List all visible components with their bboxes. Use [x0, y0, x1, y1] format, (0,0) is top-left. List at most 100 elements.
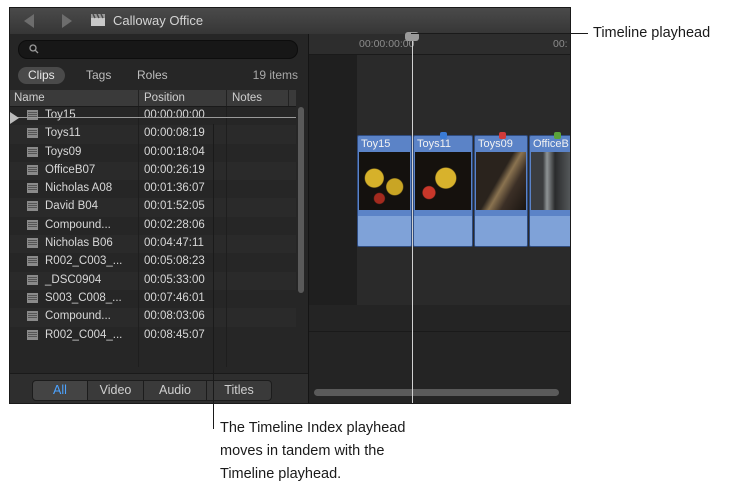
- callout-line: [213, 124, 214, 429]
- audio-waveform: [358, 216, 411, 246]
- tab-roles[interactable]: Roles: [127, 67, 178, 84]
- clip-name: Toys11: [45, 127, 81, 140]
- timeline-index-panel: Clips Tags Roles 19 items Name Position …: [10, 34, 309, 403]
- marker-green-icon[interactable]: [554, 132, 561, 139]
- clip-thumbnail: [359, 152, 410, 210]
- forward-arrow-icon[interactable]: [62, 14, 72, 28]
- timeline-scrollbar[interactable]: [314, 389, 559, 396]
- timeline[interactable]: 00:00:00:00 00: Toy15 Toys11 Toys09 Offi…: [309, 32, 570, 403]
- table-row[interactable]: Toys11 00:00:08:19: [10, 125, 296, 144]
- audio-waveform: [414, 216, 472, 246]
- filter-titles-button[interactable]: Titles: [206, 380, 272, 401]
- clip-icon: [27, 201, 38, 212]
- column-name-header[interactable]: Name: [14, 91, 45, 106]
- clip-position: 00:00:18:04: [144, 145, 205, 158]
- table-row[interactable]: Toys09 00:00:18:04: [10, 143, 296, 162]
- callout-timeline-playhead: Timeline playhead: [593, 25, 711, 41]
- clip-thumbnail: [476, 152, 526, 210]
- clip-label: Toys11: [417, 138, 452, 150]
- clip-label: Toy15: [361, 138, 391, 150]
- clip-position: 00:01:52:05: [144, 200, 205, 213]
- clip-position: 00:08:45:07: [144, 328, 205, 341]
- clip-thumbnail: [415, 152, 471, 210]
- timeline-clip[interactable]: Toys09: [474, 135, 528, 247]
- clip-position: 00:00:08:19: [144, 127, 205, 140]
- index-playhead-triangle-icon[interactable]: [10, 112, 19, 124]
- index-playhead[interactable]: [10, 117, 296, 118]
- clip-icon: [27, 274, 38, 285]
- audio-waveform: [530, 216, 570, 246]
- title-bar: Calloway Office: [10, 8, 570, 35]
- marker-blue-icon[interactable]: [440, 132, 447, 139]
- clip-name: S003_C008_...: [45, 291, 122, 304]
- table-row[interactable]: Compound... 00:02:28:06: [10, 216, 296, 236]
- callout-index-line-3: Timeline playhead.: [220, 466, 342, 482]
- timeline-clip[interactable]: OfficeB: [529, 135, 570, 247]
- clip-name: Toy15: [45, 109, 76, 121]
- clip-position: 00:01:36:07: [144, 182, 205, 195]
- tab-tags[interactable]: Tags: [76, 67, 121, 84]
- clip-name: R002_C003_...: [45, 255, 123, 268]
- table-row[interactable]: OfficeB07 00:00:26:19: [10, 161, 296, 181]
- filter-all-button[interactable]: All: [32, 380, 88, 401]
- clip-label: Toys09: [478, 138, 513, 150]
- clip-icon: [27, 128, 38, 139]
- app-window: Calloway Office Clips Tags Roles 19 item…: [9, 7, 571, 404]
- clip-icon: [27, 164, 38, 175]
- table-row[interactable]: _DSC0904 00:05:33:00: [10, 271, 296, 290]
- clip-icon: [27, 292, 38, 303]
- table-row[interactable]: Nicholas A08 00:01:36:07: [10, 180, 296, 199]
- index-tabs: Clips Tags Roles 19 items: [10, 64, 308, 86]
- timeline-ruler[interactable]: 00:00:00:00 00:: [309, 34, 570, 55]
- clapperboard-icon: [91, 13, 105, 26]
- callout-index-line-2: moves in tandem with the: [220, 443, 385, 459]
- clip-name: R002_C004_...: [45, 328, 123, 341]
- column-header: Name Position Notes: [10, 90, 296, 107]
- index-scrollbar[interactable]: [297, 107, 305, 303]
- clip-name: OfficeB07: [45, 163, 96, 176]
- search-input[interactable]: [18, 40, 298, 59]
- search-icon: [29, 44, 39, 54]
- filter-video-button[interactable]: Video: [87, 380, 144, 401]
- clip-icon: [27, 183, 38, 194]
- clip-name: Compound...: [45, 310, 111, 323]
- timeline-playhead[interactable]: [412, 34, 413, 403]
- clip-name: _DSC0904: [45, 273, 102, 286]
- ruler-timecode: 00:: [553, 38, 568, 50]
- table-row[interactable]: Compound... 00:08:03:06: [10, 308, 296, 327]
- timeline-clip[interactable]: Toy15: [357, 135, 412, 247]
- clip-name: Toys09: [45, 145, 82, 158]
- timeline-lane: [309, 55, 357, 305]
- clip-position: 00:08:03:06: [144, 310, 205, 323]
- timeline-divider: [309, 331, 570, 332]
- clip-name: Nicholas A08: [45, 182, 113, 195]
- table-row[interactable]: David B04 00:01:52:05: [10, 198, 296, 217]
- table-row[interactable]: R002_C004_... 00:08:45:07: [10, 326, 296, 345]
- filter-audio-button[interactable]: Audio: [143, 380, 207, 401]
- column-notes-header[interactable]: Notes: [232, 91, 262, 106]
- table-row[interactable]: Nicholas B06 00:04:47:11: [10, 235, 296, 254]
- scroll-thumb[interactable]: [298, 107, 304, 293]
- clip-icon: [27, 329, 38, 340]
- table-row[interactable]: R002_C003_... 00:05:08:23: [10, 253, 296, 272]
- table-row[interactable]: S003_C008_... 00:07:46:01: [10, 289, 296, 309]
- clip-list: Toy15 00:00:00:00 Toys11 00:00:08:19 Toys0…: [10, 107, 296, 367]
- callout-index-line-1: The Timeline Index playhead: [220, 420, 406, 436]
- column-position-header[interactable]: Position: [144, 91, 185, 106]
- marker-red-icon[interactable]: [499, 132, 506, 139]
- clip-position: 00:04:47:11: [144, 237, 204, 250]
- items-count: 19 items: [252, 68, 298, 82]
- clip-position: 00:00:26:19: [144, 163, 205, 176]
- timeline-clip[interactable]: Toys11: [413, 135, 473, 247]
- clip-thumbnail: [531, 152, 570, 210]
- clip-name: Compound...: [45, 218, 111, 231]
- filter-bar: All Video Audio Titles: [10, 373, 308, 403]
- clip-name: Nicholas B06: [45, 237, 113, 250]
- clip-position: 00:02:28:06: [144, 218, 205, 231]
- compound-clip-icon: [27, 219, 38, 230]
- clip-position: 00:05:33:00: [144, 273, 205, 286]
- tab-clips[interactable]: Clips: [18, 67, 65, 84]
- clip-name: David B04: [45, 200, 99, 213]
- clip-icon: [27, 110, 38, 120]
- back-arrow-icon[interactable]: [24, 14, 34, 28]
